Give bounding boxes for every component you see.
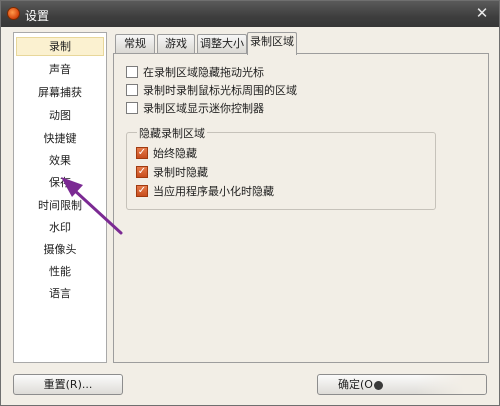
sidebar-item-audio[interactable]: 声音 (16, 60, 104, 79)
fade-overlay (416, 375, 486, 394)
option-label: 当应用程序最小化时隐藏 (153, 185, 274, 198)
checkmark-icon[interactable]: ✓ (136, 185, 148, 197)
option-label: 始终隐藏 (153, 147, 197, 160)
checkmark-icon[interactable]: ✓ (136, 147, 148, 159)
sidebar-item-language[interactable]: 语言 (16, 284, 104, 303)
tab-record-area[interactable]: 录制区域 (247, 32, 297, 55)
option-label: 在录制区域隐藏拖动光标 (143, 66, 264, 79)
checkbox[interactable] (126, 102, 138, 114)
sidebar-item-record[interactable]: 录制 (16, 37, 104, 56)
option-mini-controller[interactable]: 录制区域显示迷你控制器 (126, 100, 264, 116)
option-hide-drag-cursor[interactable]: 在录制区域隐藏拖动光标 (126, 64, 264, 80)
option-always-hide[interactable]: ✓ 始终隐藏 (136, 145, 197, 161)
settings-category-list: 录制 声音 屏幕捕获 动图 快捷键 效果 保存 时间限制 水印 摄像头 性能 语… (13, 32, 107, 363)
tab-general[interactable]: 常规 (115, 34, 155, 54)
sidebar-item-gif[interactable]: 动图 (16, 106, 104, 125)
option-hide-while-recording[interactable]: ✓ 录制时隐藏 (136, 164, 208, 180)
reset-button[interactable]: 重置(R)... (13, 374, 123, 395)
close-icon[interactable]: ✕ (471, 4, 493, 22)
option-label: 录制时录制鼠标光标周围的区域 (143, 84, 297, 97)
checkbox[interactable] (126, 84, 138, 96)
group-title: 隐藏录制区域 (137, 125, 207, 141)
ok-button[interactable]: 确定(O (317, 374, 487, 395)
window-title: 设置 (25, 9, 50, 23)
sidebar-item-effects[interactable]: 效果 (16, 151, 104, 170)
option-record-cursor-area[interactable]: 录制时录制鼠标光标周围的区域 (126, 82, 297, 98)
settings-window: 设置 ✕ 录制 声音 屏幕捕获 动图 快捷键 效果 保存 时间限制 水印 摄像头… (0, 0, 500, 406)
sidebar-item-save[interactable]: 保存 (16, 173, 104, 192)
toggle-icon (373, 380, 383, 390)
tab-resize[interactable]: 调整大小 (197, 34, 247, 54)
option-label: 录制区域显示迷你控制器 (143, 102, 264, 115)
tab-game[interactable]: 游戏 (157, 34, 195, 54)
checkmark-icon[interactable]: ✓ (136, 166, 148, 178)
sidebar-item-watermark[interactable]: 水印 (16, 218, 104, 237)
option-label: 录制时隐藏 (153, 166, 208, 179)
sidebar-item-screen-capture[interactable]: 屏幕捕获 (16, 83, 104, 102)
sidebar-item-performance[interactable]: 性能 (16, 262, 104, 281)
app-record-icon (7, 7, 20, 20)
ok-label: 确定(O (338, 378, 373, 391)
sidebar-item-hotkeys[interactable]: 快捷键 (16, 129, 104, 148)
sidebar-item-time-limit[interactable]: 时间限制 (16, 196, 104, 215)
option-hide-when-minimized[interactable]: ✓ 当应用程序最小化时隐藏 (136, 183, 274, 199)
checkbox[interactable] (126, 66, 138, 78)
sidebar-item-webcam[interactable]: 摄像头 (16, 240, 104, 259)
hide-record-area-group: 隐藏录制区域 ✓ 始终隐藏 ✓ 录制时隐藏 ✓ 当应用程序最小化时隐藏 (126, 125, 436, 210)
title-bar[interactable]: 设置 ✕ (1, 1, 499, 27)
record-area-panel: 在录制区域隐藏拖动光标 录制时录制鼠标光标周围的区域 录制区域显示迷你控制器 隐… (113, 53, 489, 363)
